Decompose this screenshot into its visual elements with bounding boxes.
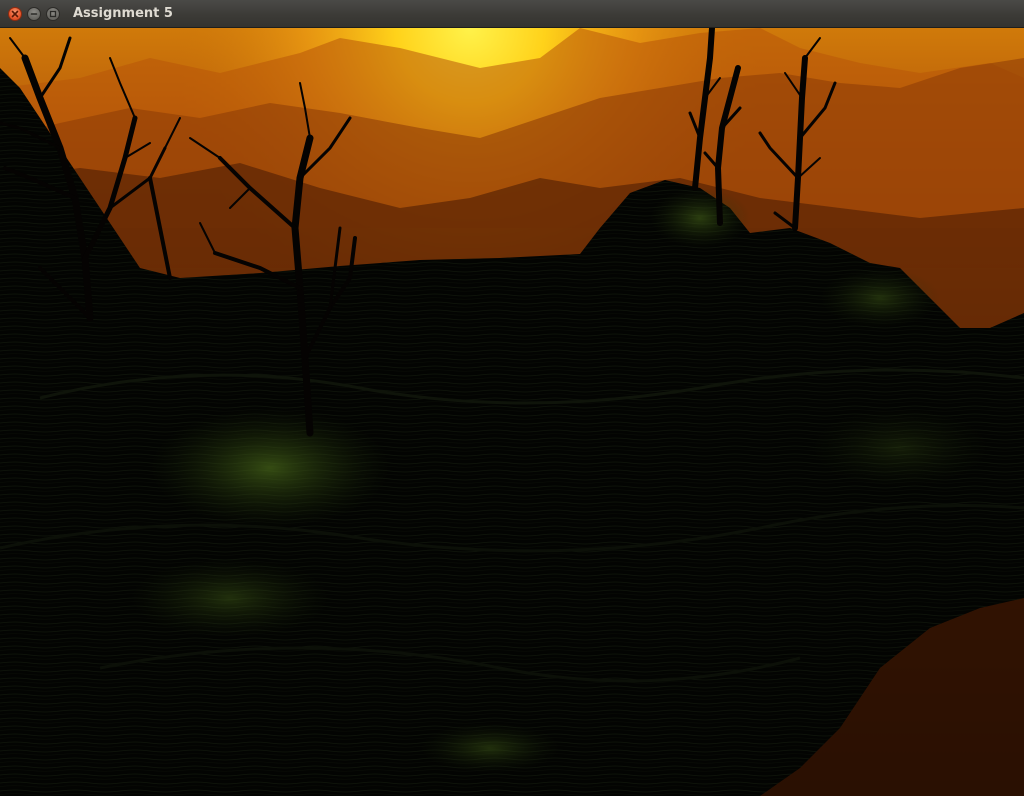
grass-patch — [150, 408, 390, 528]
grass-patch — [420, 723, 560, 773]
terrain-scene — [0, 28, 1024, 796]
close-button[interactable] — [8, 7, 22, 21]
close-icon — [11, 10, 19, 18]
grass-patch — [820, 268, 940, 328]
application-window: Assignment 5 — [0, 0, 1024, 796]
minimize-button[interactable] — [27, 7, 41, 21]
window-title: Assignment 5 — [73, 6, 173, 21]
maximize-button[interactable] — [46, 7, 60, 21]
title-bar[interactable]: Assignment 5 — [0, 0, 1024, 28]
maximize-icon — [49, 10, 57, 18]
minimize-icon — [30, 13, 38, 15]
grass-patch — [810, 408, 990, 488]
grass-patch — [650, 188, 750, 248]
grass-patch — [130, 558, 330, 638]
opengl-canvas[interactable] — [0, 28, 1024, 796]
